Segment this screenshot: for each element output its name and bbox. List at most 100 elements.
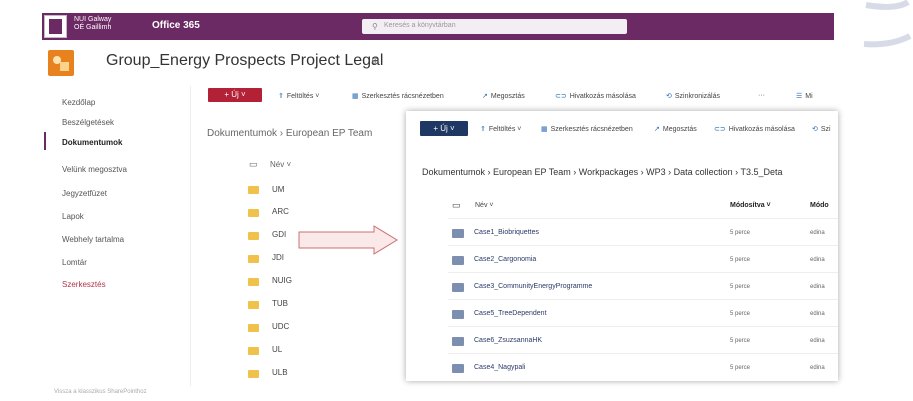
org-name: NUI Galway OÉ Gaillimh [74,16,111,32]
overlay-modified-by[interactable]: edina [810,230,825,236]
nav-item-pages[interactable]: Lapok [62,212,84,221]
overlay-modified-by[interactable]: edina [810,284,825,290]
site-title[interactable]: Group_Energy Prospects Project Legal [106,52,383,70]
sync-button[interactable]: ⟲ Szinkronizálás [666,92,720,100]
upload-icon: ⇑ [278,93,284,100]
overlay-modified-time: 5 perce [730,338,751,344]
folder-name[interactable]: TUB [272,299,288,308]
nav-item-conversations[interactable]: Beszélgetések [62,118,114,127]
folder-name[interactable]: JDI [272,253,284,262]
file-type-icon: ▭ [452,200,461,210]
site-logo[interactable] [48,50,74,76]
sync-icon: ⟲ [666,93,672,100]
search-placeholder: Keresés a könyvtárban [384,22,456,29]
new-button[interactable]: + Új ˅ [208,88,262,102]
row-divider [448,299,838,300]
folder-name[interactable]: UM [272,185,284,194]
file-type-icon: ▭ [249,159,258,169]
nav-item-notebook[interactable]: Jegyzetfüzet [62,189,107,198]
overlay-folder-name[interactable]: Case1_Biobriquettes [474,229,539,236]
overlay-folder-name[interactable]: Case2_Cargonomia [474,256,536,263]
folder-icon [248,370,259,378]
link-icon: ⊂⊃ [714,126,726,133]
overlay-column-header-modified-by[interactable]: Módo [810,202,829,209]
link-icon: ⊂⊃ [555,93,567,100]
search-input[interactable]: ⚲ Keresés a könyvtárban [362,19,627,34]
folder-name[interactable]: ULB [272,368,288,377]
nav-item-site-contents[interactable]: Webhely tartalma [62,235,124,244]
more-button[interactable]: ··· [758,92,765,99]
overlay-copy-link-button[interactable]: ⊂⊃ Hivatkozás másolása [714,125,795,133]
folder-name[interactable]: UL [272,345,282,354]
overlay-folder-name[interactable]: Case6_ZsuzsannaHK [474,337,542,344]
zoomed-library-panel [406,111,838,381]
upload-label: Feltöltés ˅ [286,93,320,100]
decorative-swirl [863,0,912,48]
upload-button[interactable]: ⇑ Feltöltés ˅ [278,92,319,100]
view-options-label: Mi [805,93,813,100]
nav-active-indicator [44,132,46,150]
folder-icon [452,364,464,373]
overlay-column-header-name[interactable]: Név ˅ [475,202,493,209]
folder-name[interactable]: UDC [272,322,289,331]
upload-icon: ⇑ [480,126,486,133]
overlay-modified-by[interactable]: edina [810,257,825,263]
arrow-right-icon [298,225,398,255]
overlay-share-button[interactable]: ↗ Megosztás [654,125,697,133]
column-header-name[interactable]: Név ˅ [270,160,291,169]
overlay-breadcrumb[interactable]: Dokumentumok › European EP Team › Workpa… [422,167,783,177]
list-icon: ☰ [796,93,803,100]
edit-grid-button[interactable]: ▦ Szerkesztés rácsnézetben [352,92,444,100]
overlay-modified-time: 5 perce [730,257,751,263]
copy-link-label: Hivatkozás másolása [569,93,636,100]
share-icon: ↗ [654,126,660,133]
overlay-column-header-modified[interactable]: Módosítva ˅ [730,202,771,209]
classic-sharepoint-link[interactable]: Vissza a klasszikus SharePointhoz [54,389,147,395]
sync-label: Szinkronizálás [674,93,721,100]
overlay-folder-name[interactable]: Case4_Nagypali [474,364,525,371]
overlay-copy-link-label: Hivatkozás másolása [728,126,795,133]
overlay-modified-by[interactable]: edina [810,365,825,371]
overlay-modified-by[interactable]: edina [810,311,825,317]
overlay-modified-time: 5 perce [730,284,751,290]
folder-icon [248,324,259,332]
overlay-edit-grid-button[interactable]: ▦ Szerkesztés rácsnézetben [541,125,633,133]
view-options-button[interactable]: ☰ Mi [796,92,813,100]
overlay-sync-button[interactable]: ⟲ Szi [812,125,831,133]
overlay-modified-time: 5 perce [730,230,751,236]
globe-icon: ⊕ [371,56,380,67]
overlay-folder-name[interactable]: Case5_TreeDependent [474,310,547,317]
overlay-new-button[interactable]: + Új ˅ [420,121,468,136]
overlay-edit-grid-label: Szerkesztés rácsnézetben [550,126,633,133]
copy-link-button[interactable]: ⊂⊃ Hivatkozás másolása [555,92,636,100]
folder-icon [248,347,259,355]
search-icon: ⚲ [372,22,378,31]
row-divider [448,272,838,273]
overlay-upload-button[interactable]: ⇑ Feltöltés ˅ [480,125,521,133]
app-name[interactable]: Office 365 [152,20,200,31]
nav-edit-link[interactable]: Szerkesztés [62,280,106,289]
folder-icon [248,186,259,194]
overlay-folder-name[interactable]: Case3_CommunityEnergyProgramme [474,283,592,290]
university-logo[interactable] [44,15,67,38]
folder-icon [248,232,259,240]
folder-icon [248,209,259,217]
folder-icon [248,301,259,309]
folder-name[interactable]: NUIG [272,276,292,285]
nav-item-documents[interactable]: Dokumentumok [62,138,122,147]
folder-icon [248,278,259,286]
share-button[interactable]: ↗ Megosztás [482,92,525,100]
overlay-modified-by[interactable]: edina [810,338,825,344]
nav-item-home[interactable]: Kezdőlap [62,98,95,107]
overlay-modified-time: 5 perce [730,365,751,371]
overlay-share-label: Megosztás [662,126,697,133]
row-divider [448,326,838,327]
folder-icon [452,310,464,319]
nav-item-recycle-bin[interactable]: Lomtár [62,258,87,267]
folder-name[interactable]: GDI [272,230,286,239]
nav-item-shared-with-us[interactable]: Velünk megosztva [62,165,127,174]
breadcrumb[interactable]: Dokumentumok › European EP Team [207,128,372,139]
overlay-modified-time: 5 perce [730,311,751,317]
grid-icon: ▦ [541,126,548,133]
folder-name[interactable]: ARC [272,207,289,216]
